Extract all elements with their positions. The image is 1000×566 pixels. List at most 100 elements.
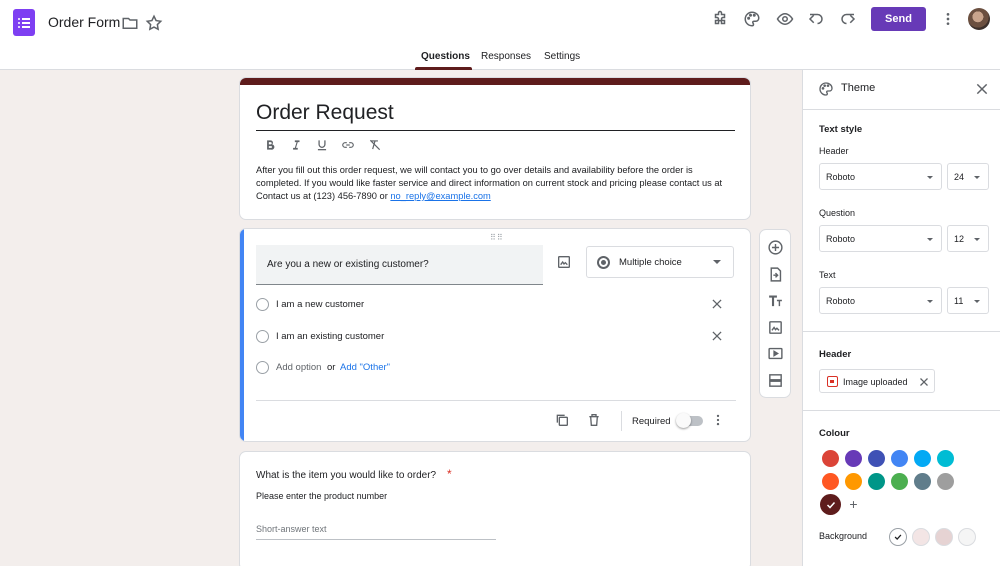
footer-divider [256,400,736,401]
preview-eye-icon[interactable] [775,10,795,28]
duplicate-icon[interactable] [554,412,570,428]
remove-option-icon[interactable] [710,329,724,343]
option-label[interactable]: I am a new customer [276,299,364,310]
add-other-link[interactable]: Add "Other" [340,362,390,373]
redo-icon[interactable] [839,10,857,28]
folder-icon[interactable] [121,14,139,32]
add-video-icon[interactable] [767,345,784,362]
colour-heading: Colour [819,428,850,439]
document-title[interactable]: Order Form [48,14,120,30]
add-custom-colour-icon[interactable]: + [845,496,862,513]
question-help-text[interactable]: Please enter the product number [256,491,387,501]
form-title-card[interactable]: Order Request After you fill out this or… [239,77,751,220]
link-icon[interactable] [340,137,356,153]
colour-swatch[interactable] [822,473,839,490]
question-size-select[interactable]: 12 [947,225,989,252]
active-tab-indicator [415,67,472,70]
radio-icon [256,330,269,343]
colour-swatch[interactable] [845,450,862,467]
clear-formatting-icon[interactable] [367,137,383,153]
form-title[interactable]: Order Request [256,101,394,125]
theme-panel: Theme Text style Header Roboto 24 Questi… [802,70,1000,566]
question-type-dropdown[interactable]: Multiple choice [586,246,734,278]
star-icon[interactable] [145,14,163,32]
text-font-select[interactable]: Roboto [819,287,942,314]
colour-swatch[interactable] [868,473,885,490]
background-swatch[interactable] [958,528,976,546]
more-vert-icon[interactable] [940,10,956,28]
active-question-indicator [240,229,244,441]
question-card[interactable]: What is the item you would like to order… [239,451,751,566]
add-question-icon[interactable] [767,239,784,256]
forms-logo-icon[interactable] [13,9,35,36]
close-icon[interactable] [974,81,990,97]
question-title-input[interactable]: Are you a new or existing customer? [256,245,543,285]
colour-swatch[interactable] [845,473,862,490]
header-image-heading: Header [819,349,852,360]
background-swatch[interactable] [935,528,953,546]
bold-icon[interactable] [262,137,278,153]
colour-swatch[interactable] [914,450,931,467]
colour-swatch[interactable] [937,473,954,490]
italic-icon[interactable] [288,137,304,153]
drag-handle-icon[interactable]: ⠿⠿ [490,233,504,242]
add-image-icon[interactable] [556,254,572,270]
top-bar: Order Form Send Questions Responses Sett… [0,0,1000,70]
option-label[interactable]: I am an existing customer [276,331,384,342]
delete-icon[interactable] [586,412,602,428]
palette-icon [818,81,834,97]
theme-color-strip [240,78,750,85]
image-icon [827,376,838,387]
text-style-heading: Text style [819,124,863,135]
question-card-active[interactable]: ⠿⠿ Are you a new or existing customer? M… [239,228,751,442]
user-avatar[interactable] [968,8,990,30]
header-font-select[interactable]: Roboto [819,163,942,190]
remove-image-icon[interactable] [918,375,930,387]
colour-swatch[interactable] [822,450,839,467]
required-label: Required [632,416,671,427]
background-swatch[interactable] [889,528,907,546]
question-font-select[interactable]: Roboto [819,225,942,252]
radio-icon [256,298,269,311]
undo-icon[interactable] [807,10,825,28]
question-toolbar [759,229,791,398]
import-questions-icon[interactable] [767,266,784,283]
theme-panel-header: Theme [803,70,1000,110]
question-title[interactable]: What is the item you would like to order… [256,470,436,481]
title-underline [256,130,735,131]
colour-swatch[interactable] [891,473,908,490]
required-asterisk: * [447,467,452,481]
dropdown-arrow-icon [713,260,721,264]
colour-swatch[interactable] [937,450,954,467]
tab-settings[interactable]: Settings [544,51,580,70]
colour-swatch[interactable] [868,450,885,467]
palette-icon[interactable] [743,10,761,28]
more-vert-icon[interactable] [711,413,725,429]
short-answer-placeholder: Short-answer text [256,524,327,534]
form-description[interactable]: After you fill out this order request, w… [256,164,736,203]
add-option-input[interactable]: Add option [276,362,321,373]
add-title-icon[interactable] [767,292,784,309]
list-item: I am an existing customer [256,329,736,345]
header-size-select[interactable]: 24 [947,163,989,190]
tab-responses[interactable]: Responses [481,51,531,70]
add-image-icon[interactable] [767,319,784,336]
remove-option-icon[interactable] [710,297,724,311]
answer-underline [256,539,496,540]
header-image-chip[interactable]: Image uploaded [819,369,935,393]
email-link[interactable]: no_reply@example.com [390,191,490,201]
underline-icon[interactable] [314,137,330,153]
add-section-icon[interactable] [767,372,784,389]
send-button[interactable]: Send [871,7,926,31]
required-toggle[interactable] [676,413,703,428]
colour-swatch[interactable] [891,450,908,467]
or-text: or [327,362,336,373]
text-size-select[interactable]: 11 [947,287,989,314]
text-style-label: Text [819,270,836,280]
selected-colour-swatch[interactable] [820,494,841,515]
addons-puzzle-icon[interactable] [711,10,729,28]
background-swatch[interactable] [912,528,930,546]
colour-swatch[interactable] [914,473,931,490]
header-image-label: Image uploaded [843,377,908,387]
section-divider [803,410,1000,411]
